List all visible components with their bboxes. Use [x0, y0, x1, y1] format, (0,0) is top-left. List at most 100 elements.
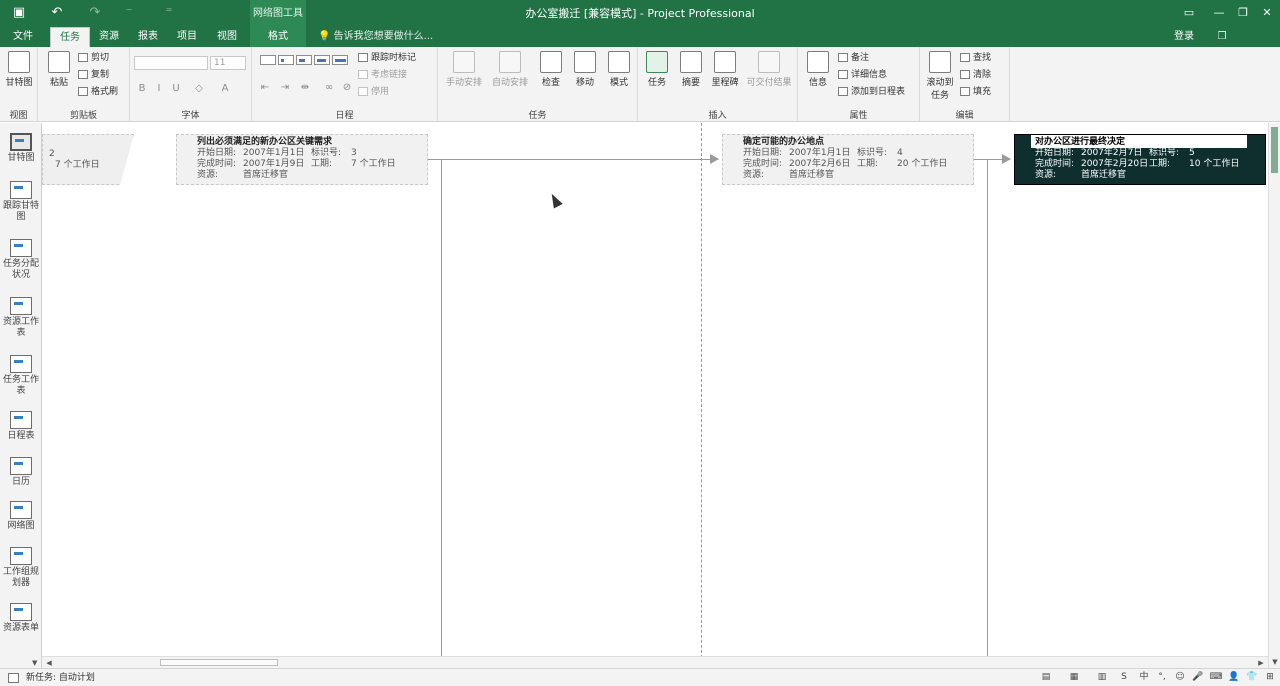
ime-voice-icon[interactable]: 🎤: [1190, 671, 1206, 684]
milestone-button[interactable]: 里程碑: [708, 51, 742, 88]
network-node-selected[interactable]: 对办公区进行最终决定 开始日期: 2007年2月7日 标识号: 5 完成时间: 2007…: [1014, 134, 1266, 185]
twentyfive-percent-icon[interactable]: [278, 55, 294, 65]
view-calendar[interactable]: 日历: [0, 457, 42, 488]
ribbon-options-icon[interactable]: ▭: [1176, 3, 1202, 23]
tab-report[interactable]: 报表: [133, 27, 163, 47]
view-timeline[interactable]: 日程表: [0, 411, 42, 442]
network-diagram-canvas[interactable]: 2 7 个工作日 列出必须满足的新办公区关键需求 开始日期: 2007年1月1日标…: [42, 123, 1268, 668]
tab-view[interactable]: 视图: [212, 27, 242, 47]
ime-punctuation[interactable]: °,: [1154, 671, 1170, 684]
qat-extra-icon[interactable]: ⁻: [118, 4, 140, 22]
node-id-label: 标识号:: [311, 148, 342, 158]
view-resource-form[interactable]: 资源表单: [0, 603, 42, 634]
restore-icon[interactable]: ❐: [1230, 3, 1256, 23]
indent-icon[interactable]: ⇥: [278, 81, 292, 95]
paste-button[interactable]: 粘贴: [44, 51, 74, 88]
scroll-down-icon[interactable]: ▼: [1270, 658, 1280, 666]
tab-file[interactable]: 文件: [6, 27, 40, 47]
fill-color-icon[interactable]: ◇: [192, 82, 206, 96]
link-tasks-icon[interactable]: ∞: [322, 81, 336, 95]
tab-project[interactable]: 项目: [172, 27, 202, 47]
customize-qat-icon[interactable]: ⁼: [158, 4, 180, 22]
horizontal-scrollbar[interactable]: ◀ ▶: [42, 656, 1268, 668]
team-planner-icon[interactable]: ▥: [1094, 671, 1110, 684]
group-label-view: 视图: [9, 111, 28, 121]
tab-format[interactable]: 格式: [250, 27, 306, 47]
scroll-to-task-button[interactable]: 滚动到任务: [924, 51, 956, 101]
view-resource-sheet[interactable]: 资源工作表: [0, 297, 42, 339]
view-network-diagram[interactable]: 网络图: [0, 501, 42, 532]
clear-button[interactable]: 清除: [960, 69, 991, 82]
respect-links-button[interactable]: 考虑链接: [358, 69, 407, 82]
network-node-partial[interactable]: 2 7 个工作日: [42, 134, 134, 185]
view-team-planner[interactable]: 工作组规划器: [0, 547, 42, 589]
network-node[interactable]: 列出必须满足的新办公区关键需求 开始日期: 2007年1月1日 标识号: 3 完成时间…: [176, 134, 428, 185]
format-painter-button[interactable]: 格式刷: [78, 86, 118, 99]
cut-button[interactable]: 剪切: [78, 52, 109, 65]
network-node[interactable]: 确定可能的办公地点 开始日期: 2007年1月1日 标识号: 4 完成时间: 2007年…: [722, 134, 974, 185]
font-name-box[interactable]: [134, 56, 208, 70]
view-task-usage[interactable]: 任务分配状况: [0, 239, 42, 281]
vertical-scrollbar[interactable]: ▼: [1268, 123, 1280, 668]
redo-icon[interactable]: ↷: [84, 4, 106, 22]
details-button[interactable]: 详细信息: [838, 69, 887, 82]
ime-skin-icon[interactable]: 👕: [1244, 671, 1260, 684]
summary-button[interactable]: 摘要: [676, 51, 706, 88]
italic-button[interactable]: I: [152, 82, 166, 96]
vertical-scroll-thumb[interactable]: [1271, 127, 1278, 173]
new-tasks-mode[interactable]: 新任务: 自动计划: [26, 669, 95, 686]
ime-indicator-icon[interactable]: S: [1116, 671, 1132, 684]
task-usage-icon[interactable]: ▦: [1066, 671, 1082, 684]
font-size-box[interactable]: 11: [210, 56, 246, 70]
tell-me-box[interactable]: 💡 告诉我您想要做什么...: [318, 27, 433, 47]
mark-on-track-button[interactable]: 跟踪时标记: [358, 52, 416, 65]
view-tracking-gantt[interactable]: 跟踪甘特图: [0, 181, 42, 223]
font-color-icon[interactable]: A: [218, 82, 232, 96]
save-icon[interactable]: ▣: [8, 4, 30, 22]
fill-button[interactable]: 填充: [960, 86, 991, 99]
insert-task-button[interactable]: 任务: [642, 51, 672, 88]
find-button[interactable]: 查找: [960, 52, 991, 65]
group-clipboard: 粘贴 剪切 复制 格式刷 剪贴板: [38, 47, 130, 122]
inactivate-button[interactable]: 停用: [358, 86, 389, 99]
tab-task[interactable]: 任务: [50, 27, 90, 47]
sign-in-link[interactable]: 登录: [1174, 27, 1194, 47]
view-bar-scroll-down-icon[interactable]: ▼: [32, 659, 40, 667]
ime-keyboard-icon[interactable]: ⌨: [1208, 671, 1224, 684]
view-gantt-chart[interactable]: 甘特图: [0, 133, 42, 164]
mode-button[interactable]: 模式: [604, 51, 634, 88]
ime-language[interactable]: 中: [1136, 671, 1152, 684]
view-task-sheet[interactable]: 任务工作表: [0, 355, 42, 397]
gantt-chart-button[interactable]: 甘特图: [2, 51, 36, 88]
ime-emoji-icon[interactable]: ☺: [1172, 671, 1188, 684]
seventyfive-percent-icon[interactable]: [314, 55, 330, 65]
normal-view-icon[interactable]: ▤: [1038, 671, 1054, 684]
hundred-percent-icon[interactable]: [332, 55, 348, 65]
outdent-icon[interactable]: ⇤: [258, 81, 272, 95]
ime-user-icon[interactable]: 👤: [1226, 671, 1242, 684]
auto-schedule-label: 自动安排: [491, 78, 528, 88]
copy-button[interactable]: 复制: [78, 69, 109, 82]
add-to-timeline-button[interactable]: 添加到日程表: [838, 86, 905, 99]
undo-icon[interactable]: ↶: [46, 4, 68, 22]
horizontal-scroll-thumb[interactable]: [160, 659, 278, 666]
minimize-icon[interactable]: —: [1206, 3, 1232, 23]
tab-resource[interactable]: 资源: [94, 27, 124, 47]
deliverable-button[interactable]: 可交付结果: [742, 51, 796, 88]
bold-button[interactable]: B: [135, 82, 149, 96]
move-button[interactable]: 移动: [570, 51, 600, 88]
split-task-icon[interactable]: ⇹: [298, 81, 312, 95]
information-button[interactable]: 信息: [802, 51, 834, 88]
underline-button[interactable]: U: [169, 82, 183, 96]
auto-schedule-button[interactable]: 自动安排: [488, 51, 532, 88]
close-icon[interactable]: ✕: [1254, 3, 1280, 23]
inspect-button[interactable]: 检查: [536, 51, 566, 88]
fifty-percent-icon[interactable]: [296, 55, 312, 65]
zero-percent-icon[interactable]: [260, 55, 276, 65]
notes-button[interactable]: 备注: [838, 52, 869, 65]
window-restore-icon[interactable]: ❐: [1212, 27, 1232, 47]
view-bar: 甘特图 跟踪甘特图 任务分配状况 资源工作表 任务工作表 日程表 日历 网络图 …: [0, 123, 42, 668]
unlink-tasks-icon[interactable]: ⊘: [340, 81, 354, 95]
ime-toolbox-icon[interactable]: ⊞: [1262, 671, 1278, 684]
manual-schedule-button[interactable]: 手动安排: [442, 51, 486, 88]
